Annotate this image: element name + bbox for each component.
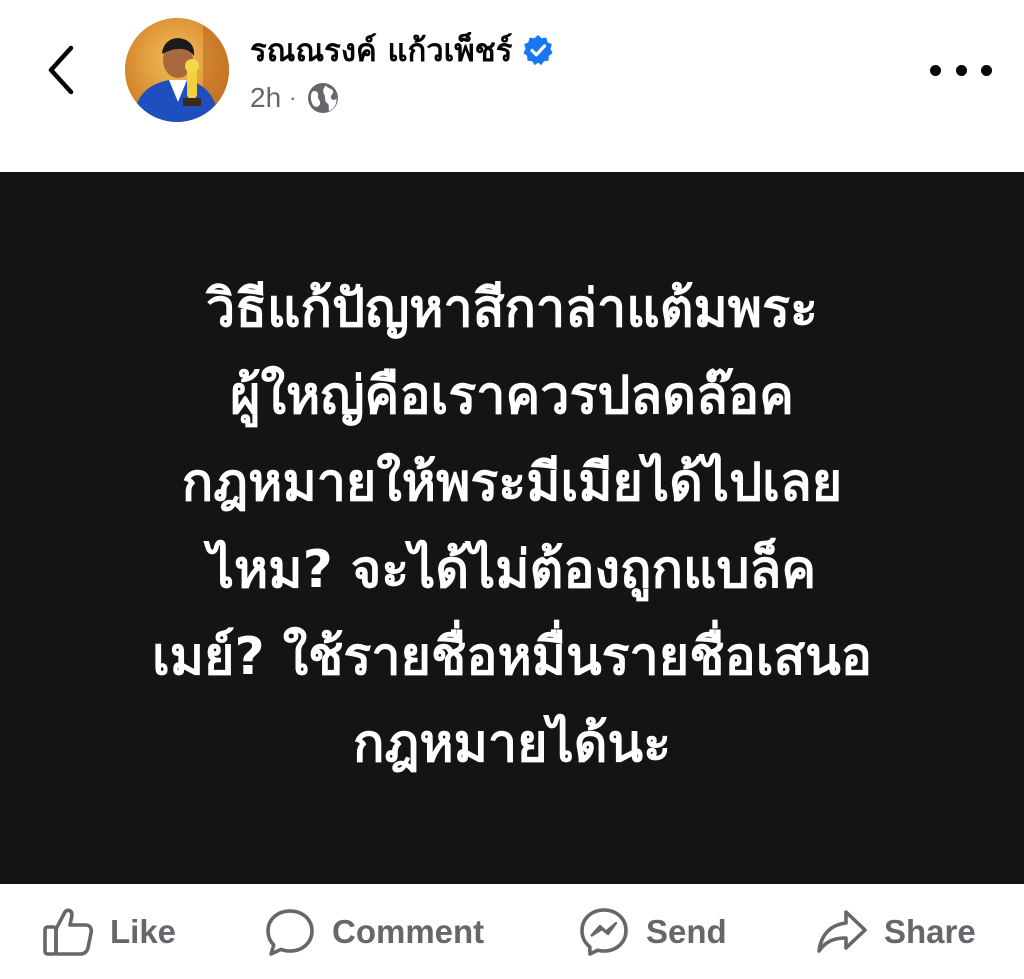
post-meta: 2h · — [250, 80, 340, 116]
post-text-line: กฎหมายให้พระมีเมียได้ไปเลย — [181, 453, 843, 513]
messenger-icon — [578, 907, 630, 957]
post-text: วิธีแก้ปัญหาสีกาล่าแต้มพระ ผู้ใหญ่คือเรา… — [62, 266, 962, 788]
send-button[interactable]: Send — [578, 884, 727, 979]
more-horizontal-icon — [930, 64, 941, 76]
meta-separator: · — [289, 85, 297, 110]
share-button[interactable]: Share — [816, 884, 976, 979]
comment-button[interactable]: Comment — [264, 884, 484, 979]
send-label: Send — [646, 912, 727, 950]
chevron-left-icon — [48, 45, 74, 95]
post-text-line: เมย์? ใช้รายชื่อหมื่นรายชื่อเสนอ — [151, 627, 873, 687]
globe-icon — [306, 81, 340, 115]
post-image[interactable]: วิธีแก้ปัญหาสีกาล่าแต้มพระ ผู้ใหญ่คือเรา… — [0, 172, 1024, 884]
share-arrow-icon — [816, 907, 868, 957]
back-button[interactable] — [36, 40, 86, 100]
comment-label: Comment — [332, 912, 485, 950]
post-text-line: ผู้ใหญ่คือเราควรปลดล๊อค — [230, 366, 794, 426]
comment-icon — [264, 907, 316, 957]
author-row: รณณรงค์ แก้วเพ็ชร์ — [250, 26, 554, 74]
more-options-button[interactable] — [930, 50, 992, 90]
avatar-image — [125, 18, 229, 122]
author-name[interactable]: รณณรงค์ แก้วเพ็ชร์ — [250, 25, 512, 75]
post-timestamp[interactable]: 2h — [250, 82, 281, 114]
action-bar: Like Comment Send Share — [0, 884, 1024, 979]
post-header: รณณรงค์ แก้วเพ็ชร์ 2h · — [0, 0, 1024, 172]
like-button[interactable]: Like — [42, 884, 176, 979]
share-label: Share — [884, 912, 976, 950]
verified-badge-icon — [522, 34, 554, 66]
post-text-line: ไหม? จะได้ไม่ต้องถูกแบล็ค — [207, 540, 817, 600]
post-text-line: วิธีแก้ปัญหาสีกาล่าแต้มพระ — [206, 279, 818, 339]
like-label: Like — [110, 912, 177, 950]
avatar[interactable] — [125, 18, 229, 122]
post-text-line: กฎหมายได้นะ — [352, 714, 672, 774]
thumbs-up-icon — [42, 907, 94, 957]
post-screen: รณณรงค์ แก้วเพ็ชร์ 2h · วิธีแก้ปัญหาสีกา… — [0, 0, 1024, 979]
